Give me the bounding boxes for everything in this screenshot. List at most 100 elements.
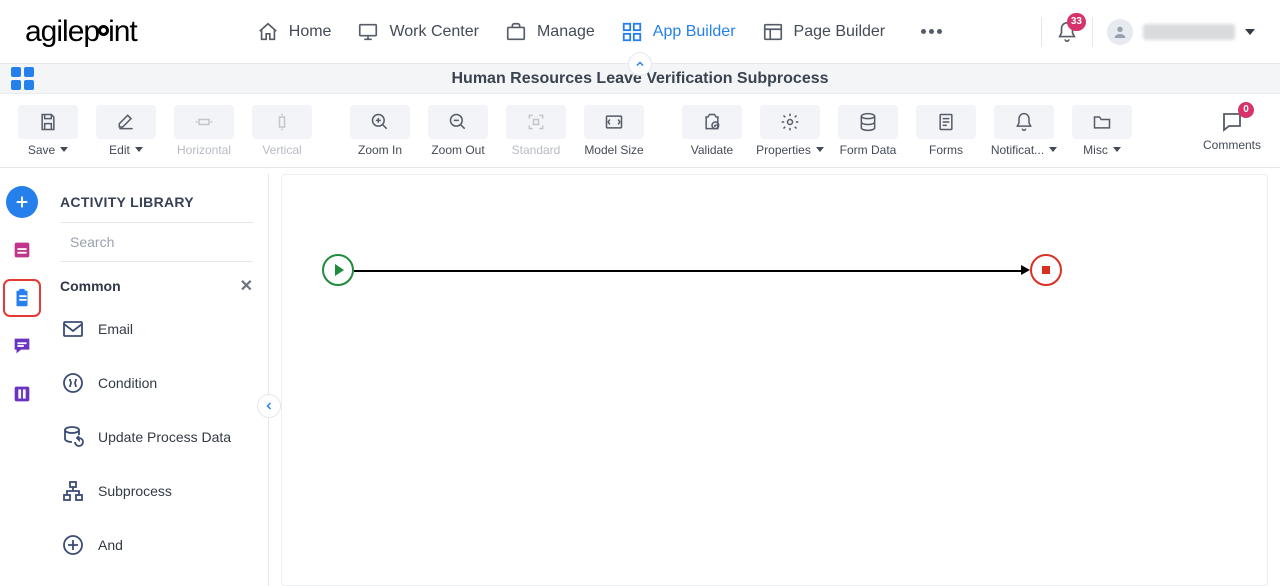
collapse-library-button[interactable] bbox=[257, 394, 281, 418]
folder-icon bbox=[1092, 112, 1112, 132]
model-size-button[interactable]: Model Size bbox=[578, 100, 650, 162]
library-search[interactable] bbox=[60, 222, 253, 262]
align-horizontal-icon bbox=[194, 112, 214, 132]
properties-button[interactable]: Properties bbox=[754, 100, 826, 162]
chevron-down-icon bbox=[135, 147, 143, 152]
lib-item-email[interactable]: Email bbox=[44, 302, 269, 356]
flow-connector[interactable] bbox=[354, 270, 1026, 272]
comments-button[interactable]: 0 Comments bbox=[1196, 100, 1268, 162]
logo-text-b: int bbox=[108, 15, 137, 49]
close-icon[interactable]: ✕ bbox=[240, 276, 253, 296]
expand-icon bbox=[603, 112, 625, 132]
validate-button[interactable]: Validate bbox=[676, 100, 748, 162]
rail-activities-tab[interactable] bbox=[6, 282, 38, 314]
lib-item-label: Condition bbox=[98, 375, 157, 391]
align-horizontal-button[interactable]: Horizontal bbox=[168, 100, 240, 162]
chevron-down-icon bbox=[1245, 29, 1255, 35]
main-nav: Home Work Center Manage App Builder Page… bbox=[257, 19, 952, 44]
column-icon bbox=[11, 383, 33, 405]
validate-icon bbox=[702, 112, 722, 132]
form-data-button[interactable]: Form Data bbox=[832, 100, 904, 162]
library-search-input[interactable] bbox=[68, 233, 253, 251]
lib-item-condition[interactable]: Condition bbox=[44, 356, 269, 410]
notifications-tool-button[interactable]: Notificat... bbox=[988, 100, 1060, 162]
lib-item-label: Subprocess bbox=[98, 483, 172, 499]
lib-item-and[interactable]: And bbox=[44, 518, 269, 572]
nav-more[interactable] bbox=[911, 19, 952, 44]
chevron-down-icon bbox=[1113, 147, 1121, 152]
lib-item-subprocess[interactable]: Subprocess bbox=[44, 464, 269, 518]
vertical-label: Vertical bbox=[262, 143, 301, 157]
save-button[interactable]: Save bbox=[12, 100, 84, 162]
rail-chat-tab[interactable] bbox=[6, 330, 38, 362]
rail-add-button[interactable] bbox=[6, 186, 38, 218]
form-data-label: Form Data bbox=[840, 143, 897, 157]
notifications-button[interactable]: 33 bbox=[1056, 21, 1078, 43]
validate-label: Validate bbox=[691, 143, 733, 157]
nav-page-builder-label: Page Builder bbox=[794, 23, 886, 41]
chevron-down-icon bbox=[60, 147, 68, 152]
fit-standard-icon bbox=[526, 112, 546, 132]
rail-variables-tab[interactable] bbox=[6, 378, 38, 410]
dot-icon bbox=[929, 29, 934, 34]
zoom-out-button[interactable]: Zoom Out bbox=[422, 100, 494, 162]
top-right-cluster: 33 bbox=[1041, 17, 1255, 47]
lib-item-update-data[interactable]: Update Process Data bbox=[44, 410, 269, 464]
nav-manage-label: Manage bbox=[537, 23, 595, 41]
arrow-head-icon bbox=[1021, 265, 1030, 275]
form-icon bbox=[936, 112, 956, 132]
note-icon bbox=[11, 239, 33, 261]
horizontal-label: Horizontal bbox=[177, 143, 231, 157]
collapse-up-button[interactable] bbox=[628, 52, 652, 76]
misc-button[interactable]: Misc bbox=[1066, 100, 1138, 162]
user-menu[interactable] bbox=[1107, 19, 1255, 45]
zoom-out-icon bbox=[448, 112, 468, 132]
process-canvas[interactable] bbox=[281, 174, 1268, 586]
hierarchy-icon bbox=[61, 479, 85, 503]
notifications-count: 33 bbox=[1067, 13, 1086, 31]
edit-button[interactable]: Edit bbox=[90, 100, 162, 162]
lib-item-label: And bbox=[98, 537, 123, 553]
monitor-icon bbox=[357, 21, 379, 43]
nav-app-builder[interactable]: App Builder bbox=[621, 21, 736, 43]
dot-icon bbox=[921, 29, 926, 34]
rail-forms-tab[interactable] bbox=[6, 234, 38, 266]
start-node[interactable] bbox=[322, 254, 354, 286]
database-icon bbox=[858, 112, 878, 132]
speech-icon bbox=[11, 335, 33, 357]
home-icon bbox=[257, 21, 279, 43]
nav-work-center-label: Work Center bbox=[389, 23, 479, 41]
mail-icon bbox=[61, 317, 85, 341]
zoom-in-label: Zoom In bbox=[358, 143, 402, 157]
grid-icon bbox=[621, 21, 643, 43]
zoom-standard-button[interactable]: Standard bbox=[500, 100, 572, 162]
editor-toolbar: Save Edit Horizontal Vertical Zoom In Zo… bbox=[0, 94, 1280, 168]
divider bbox=[1092, 17, 1093, 47]
nav-manage[interactable]: Manage bbox=[505, 21, 595, 43]
lib-item-label: Email bbox=[98, 321, 133, 337]
username-redacted bbox=[1143, 24, 1235, 40]
apps-switcher[interactable] bbox=[0, 67, 44, 90]
library-category-label: Common bbox=[60, 278, 121, 294]
library-category[interactable]: Common ✕ bbox=[60, 276, 253, 296]
layout-icon bbox=[762, 21, 784, 43]
nav-home[interactable]: Home bbox=[257, 21, 332, 43]
logo-text-a: agilep bbox=[25, 15, 99, 49]
brand-logo: agilep int bbox=[25, 15, 137, 49]
edit-label: Edit bbox=[109, 143, 130, 157]
align-vertical-button[interactable]: Vertical bbox=[246, 100, 318, 162]
logo-ring-icon bbox=[98, 25, 109, 36]
end-node[interactable] bbox=[1030, 254, 1062, 286]
nav-work-center[interactable]: Work Center bbox=[357, 21, 479, 43]
plus-circle-icon bbox=[61, 533, 85, 557]
comments-label: Comments bbox=[1203, 138, 1261, 152]
library-title: ACTIVITY LIBRARY bbox=[60, 194, 253, 210]
bell-icon bbox=[1014, 112, 1034, 132]
dot-icon bbox=[937, 29, 942, 34]
chevron-down-icon bbox=[1049, 147, 1057, 152]
forms-button[interactable]: Forms bbox=[910, 100, 982, 162]
nav-page-builder[interactable]: Page Builder bbox=[762, 21, 886, 43]
zoom-in-button[interactable]: Zoom In bbox=[344, 100, 416, 162]
chevron-left-icon bbox=[263, 400, 275, 412]
left-rail bbox=[0, 168, 44, 586]
